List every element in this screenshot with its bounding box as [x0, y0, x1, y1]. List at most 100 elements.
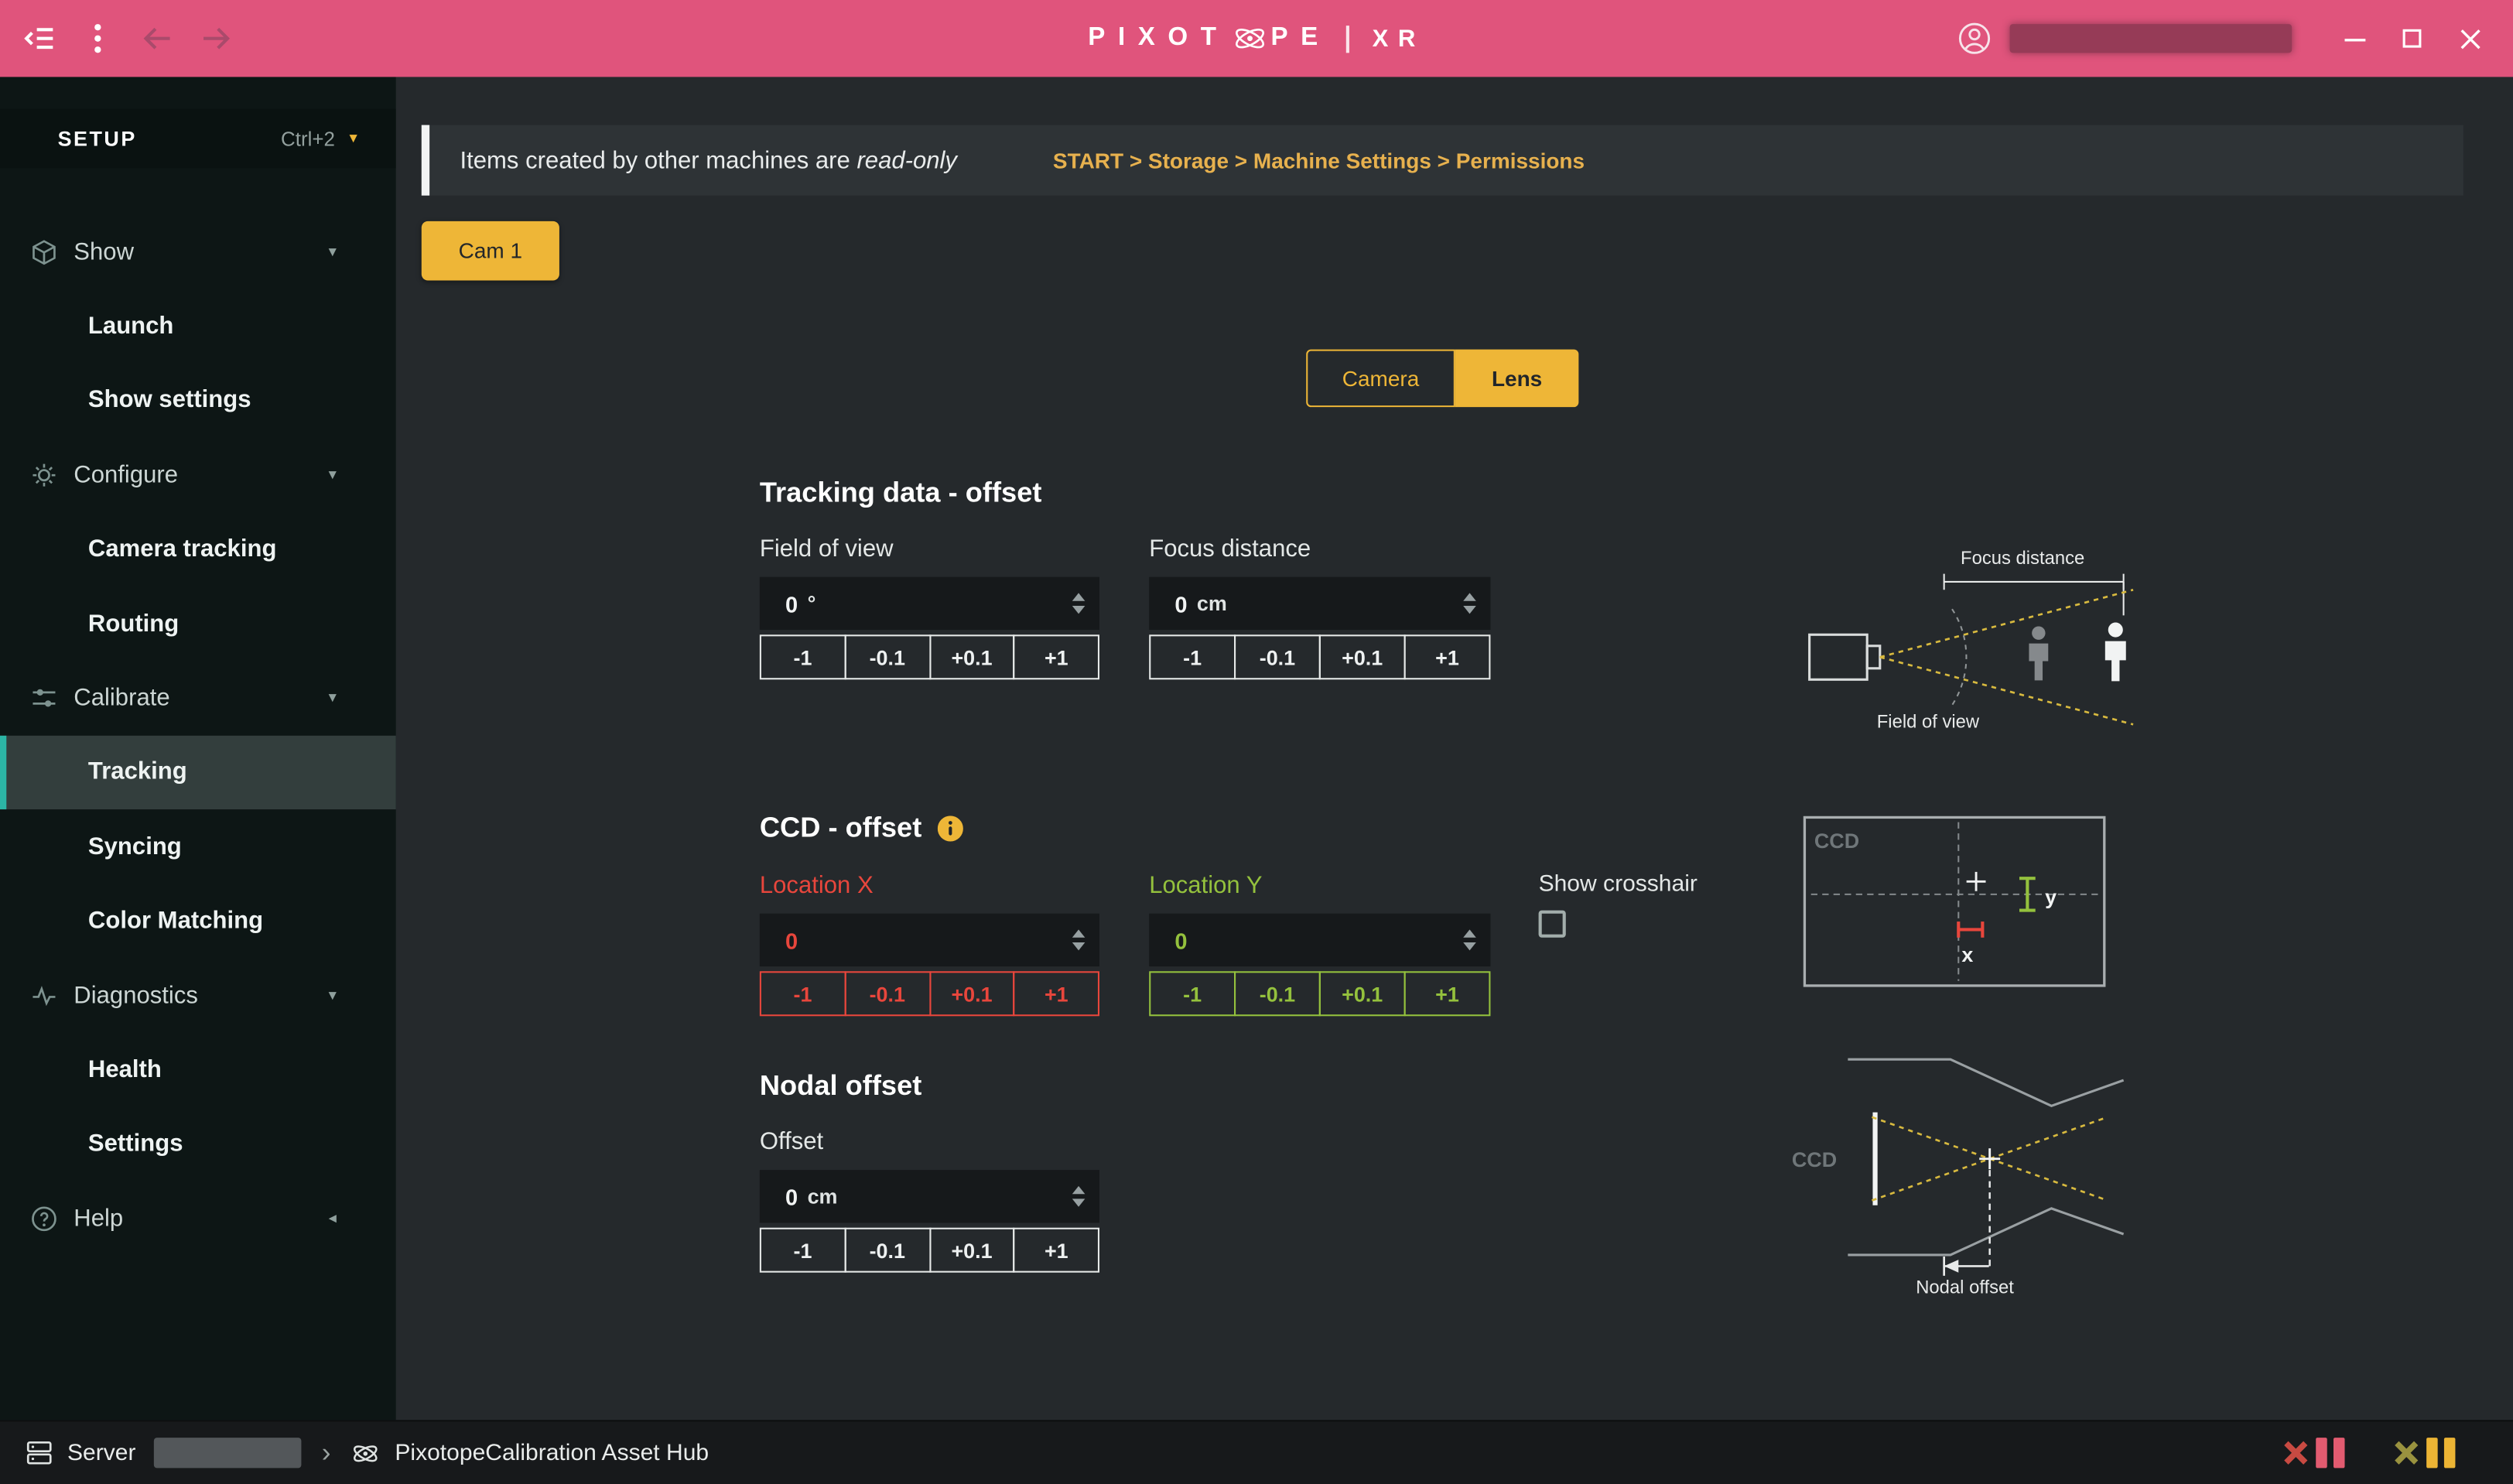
chevron-left-icon: ◂ [329, 1209, 337, 1227]
sidebar-section-label: Configure [74, 461, 178, 488]
focus-distance-unit: cm [1197, 591, 1227, 615]
spinner-down-icon[interactable] [1072, 1198, 1086, 1206]
sidebar-item-label: Health [88, 1056, 162, 1083]
nodal-offset-unit: cm [808, 1185, 838, 1209]
field-of-view-label: Field of view [760, 535, 894, 562]
spinner-down-icon[interactable] [1072, 942, 1086, 950]
focus-step-plus-01[interactable]: +0.1 [1319, 634, 1406, 679]
close-button[interactable] [2449, 18, 2491, 60]
focus-step-minus-1[interactable]: -1 [1149, 634, 1236, 679]
spinner-up-icon[interactable] [1072, 593, 1086, 600]
locx-step-plus-01[interactable]: +0.1 [928, 971, 1014, 1016]
collapse-sidebar-icon[interactable] [19, 19, 58, 58]
sidebar-section-show[interactable]: Show ▾ [0, 215, 396, 289]
spinner-up-icon[interactable] [1072, 929, 1086, 937]
location-x-spinner[interactable] [1072, 929, 1086, 950]
tab-lens[interactable]: Lens [1455, 350, 1579, 408]
diagram-x-label: x [1961, 943, 1973, 966]
x-offset-marker [1958, 922, 1982, 938]
forward-icon[interactable] [197, 19, 236, 58]
spinner-up-icon[interactable] [1463, 593, 1476, 600]
titlebar: PIXOT PE XR [0, 0, 2513, 77]
focus-step-plus-1[interactable]: +1 [1404, 634, 1491, 679]
fov-step-minus-1[interactable]: -1 [760, 634, 846, 679]
fov-step-plus-1[interactable]: +1 [1014, 634, 1099, 679]
sidebar-section-help[interactable]: Help ◂ [0, 1181, 396, 1256]
sidebar-item-health[interactable]: Health [0, 1033, 396, 1107]
info-icon[interactable] [938, 815, 963, 840]
engine-status-indicators [2282, 1438, 2456, 1468]
field-of-view-input[interactable]: 0 ° [760, 577, 1099, 630]
sliders-icon [29, 684, 57, 713]
logo-divider [1347, 25, 1350, 52]
sidebar-item-label: Routing [88, 610, 179, 637]
sidebar-item-routing[interactable]: Routing [0, 586, 396, 661]
spinner-up-icon[interactable] [1072, 1186, 1086, 1194]
locy-step-plus-01[interactable]: +0.1 [1319, 971, 1406, 1016]
sidebar-item-color-matching[interactable]: Color Matching [0, 884, 396, 958]
fov-step-plus-01[interactable]: +0.1 [928, 634, 1014, 679]
chevron-down-icon: ▾ [329, 243, 337, 261]
locy-step-minus-01[interactable]: -0.1 [1234, 971, 1321, 1016]
locy-step-plus-1[interactable]: +1 [1404, 971, 1491, 1016]
nodal-step-plus-01[interactable]: +0.1 [928, 1228, 1014, 1273]
y-offset-marker [2019, 878, 2036, 910]
sidebar-section-diagnostics[interactable]: Diagnostics ▾ [0, 959, 396, 1033]
locx-step-plus-1[interactable]: +1 [1014, 971, 1099, 1016]
locx-step-minus-01[interactable]: -0.1 [844, 971, 930, 1016]
disconnect-x-icon-olive[interactable] [2393, 1439, 2420, 1466]
diagram-ccd-label: CCD [1814, 829, 1859, 853]
fov-step-minus-01[interactable]: -0.1 [844, 634, 930, 679]
overflow-menu-icon[interactable] [79, 19, 118, 58]
tab-camera[interactable]: Camera [1306, 350, 1455, 408]
titlebar-nav [0, 19, 236, 58]
maximize-button[interactable] [2392, 18, 2433, 60]
locx-step-minus-1[interactable]: -1 [760, 971, 846, 1016]
back-icon[interactable] [138, 19, 176, 58]
location-y-input[interactable]: 0 [1149, 914, 1490, 966]
cam-1-button[interactable]: Cam 1 [422, 221, 559, 281]
show-crosshair-checkbox[interactable] [1539, 911, 1566, 938]
nodal-step-minus-1[interactable]: -1 [760, 1228, 846, 1273]
sidebar-item-syncing[interactable]: Syncing [0, 809, 396, 884]
sidebar-item-label: Show settings [88, 387, 251, 414]
disconnect-x-icon-red[interactable] [2282, 1439, 2310, 1466]
crosshair-icon [1967, 872, 1986, 891]
focus-distance-input[interactable]: 0 cm [1149, 577, 1490, 630]
minimize-button[interactable] [2334, 18, 2375, 60]
nodal-step-plus-1[interactable]: +1 [1014, 1228, 1099, 1273]
field-of-view-steps: -1 -0.1 +0.1 +1 [760, 634, 1099, 679]
sidebar-nav: Show ▾ Launch Show settings Configure ▾ … [0, 215, 396, 1256]
diagram-field-of-view-label: Field of view [1877, 711, 1980, 732]
field-of-view-spinner[interactable] [1072, 593, 1086, 614]
setup-dropdown[interactable]: SETUP Ctrl+2 ▾ [0, 109, 396, 169]
location-y-spinner[interactable] [1463, 929, 1476, 950]
sidebar-item-tracking[interactable]: Tracking [0, 735, 396, 809]
sidebar-item-label: Camera tracking [88, 535, 277, 562]
breadcrumb[interactable]: START > Storage > Machine Settings > Per… [1053, 149, 1585, 173]
location-y-value: 0 [1174, 927, 1187, 952]
nodal-step-minus-01[interactable]: -0.1 [844, 1228, 930, 1273]
sidebar-item-show-settings[interactable]: Show settings [0, 364, 396, 438]
camera-box [1810, 634, 1868, 679]
sidebar-section-label: Show [74, 238, 134, 265]
diagram-nodal-ccd-label: CCD [1792, 1148, 1837, 1171]
focus-step-minus-01[interactable]: -0.1 [1234, 634, 1321, 679]
sidebar-section-configure[interactable]: Configure ▾ [0, 438, 396, 512]
location-x-label: Location X [760, 872, 874, 899]
spinner-down-icon[interactable] [1463, 942, 1476, 950]
sidebar-item-settings[interactable]: Settings [0, 1107, 396, 1181]
nodal-offset-input[interactable]: 0 cm [760, 1170, 1099, 1222]
spinner-up-icon[interactable] [1463, 929, 1476, 937]
focus-distance-spinner[interactable] [1463, 593, 1476, 614]
nodal-offset-spinner[interactable] [1072, 1186, 1086, 1207]
camera-lens-tabs: Camera Lens [1306, 350, 1578, 408]
sidebar-section-calibrate[interactable]: Calibrate ▾ [0, 661, 396, 735]
sidebar-item-launch[interactable]: Launch [0, 289, 396, 364]
spinner-down-icon[interactable] [1072, 606, 1086, 614]
locy-step-minus-1[interactable]: -1 [1149, 971, 1236, 1016]
sidebar-item-camera-tracking[interactable]: Camera tracking [0, 512, 396, 586]
user-account-icon[interactable] [1955, 19, 1994, 58]
location-x-input[interactable]: 0 [760, 914, 1099, 966]
spinner-down-icon[interactable] [1463, 606, 1476, 614]
